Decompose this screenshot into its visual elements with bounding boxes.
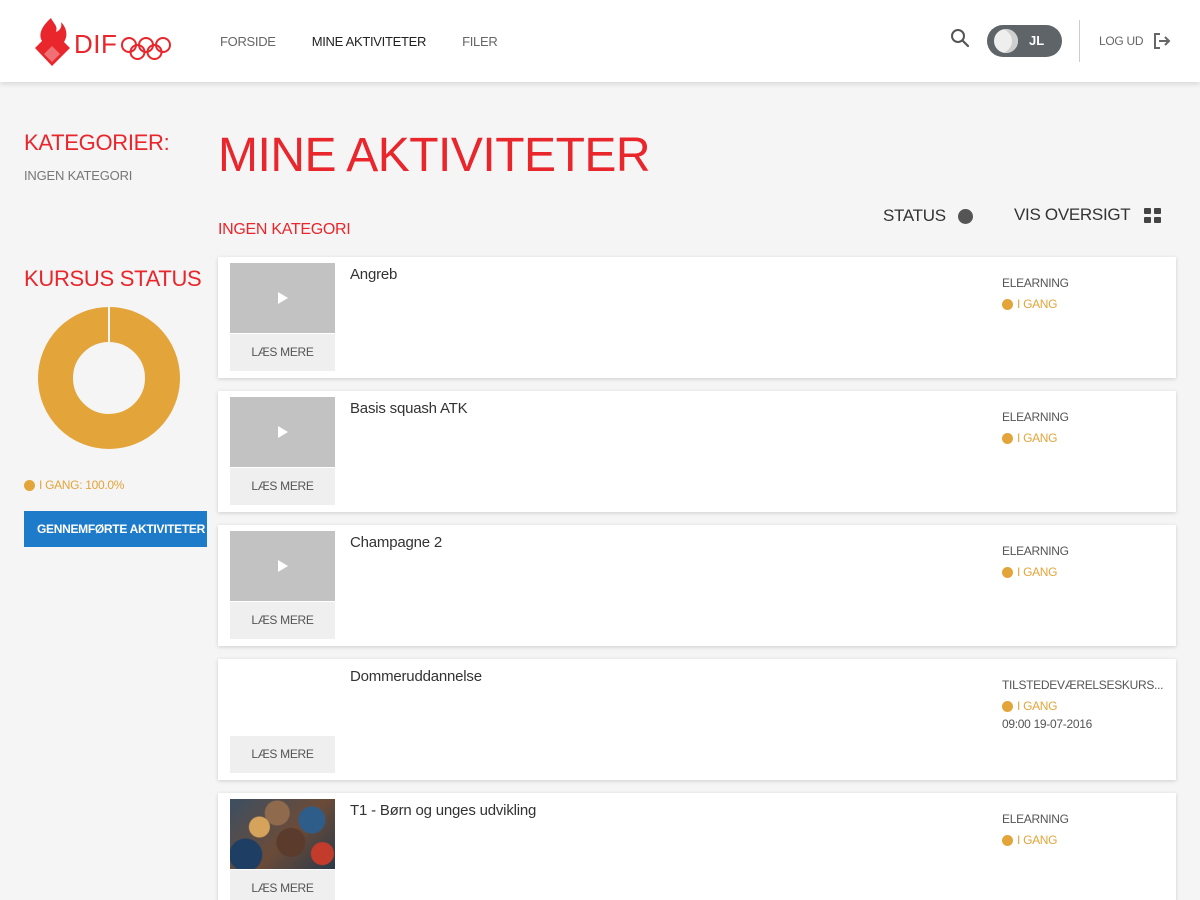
main-nav: FORSIDE MINE AKTIVITETER FILER [220,34,533,49]
status-dot-icon [957,208,973,224]
status-dot [1002,298,1013,310]
status-dot [1002,700,1013,712]
course-status-donut-chart [38,307,180,449]
video-thumbnail[interactable] [230,397,335,467]
logout-link[interactable]: LOG UD [1099,33,1171,49]
activity-title[interactable]: Champagne 2 [350,534,442,551]
search-icon[interactable] [950,28,970,48]
activity-status: I GANG [1002,696,1172,716]
legend-dot-in-progress [24,479,35,491]
logo-text: DIF [74,29,118,59]
completed-activities-button[interactable]: GENNEMFØRTE AKTIVITETER [24,511,207,547]
play-icon [278,560,288,572]
activity-status: I GANG [1002,294,1172,314]
activity-status: I GANG [1002,562,1172,582]
activity-meta: ELEARNING I GANG [1002,410,1172,448]
logout-icon [1154,33,1171,49]
dif-logo[interactable]: DIF [34,16,174,68]
activity-status-text: I GANG [1017,699,1058,713]
status-dot [1002,834,1013,846]
page-title: MINE AKTIVITETER [218,129,651,182]
logout-label: LOG UD [1099,34,1144,48]
nav-filer[interactable]: FILER [462,34,498,49]
read-more-button[interactable]: LÆS MERE [230,334,335,371]
activity-meta: ELEARNING I GANG [1002,276,1172,314]
activity-status: I GANG [1002,428,1172,448]
view-overview-toggle[interactable]: VIS OVERSIGT [1014,205,1162,225]
grid-view-icon [1144,207,1162,223]
activity-meta: TILSTEDEVÆRELSESKURS... I GANG 09:00 19-… [1002,678,1172,731]
activity-type: ELEARNING [1002,544,1069,558]
read-more-button[interactable]: LÆS MERE [230,602,335,639]
status-filter-label: STATUS [883,206,946,225]
olympic-rings-icon [121,37,171,60]
activity-card: LÆS MERE T1 - Børn og unges udvikling EL… [218,793,1176,900]
category-filter-value[interactable]: INGEN KATEGORI [24,168,132,183]
user-initials: JL [1029,33,1045,48]
activity-type: TILSTEDEVÆRELSESKURS... [1002,678,1164,692]
user-menu-toggle[interactable]: JL [987,25,1062,57]
activity-title[interactable]: Basis squash ATK [350,400,468,417]
activity-type: ELEARNING [1002,276,1069,290]
legend-label-in-progress: I GANG: 100.0% [39,478,125,492]
activity-status-text: I GANG [1017,297,1058,311]
activity-meta: ELEARNING I GANG [1002,544,1172,582]
activity-photo-thumbnail[interactable] [230,799,335,869]
video-thumbnail[interactable] [230,263,335,333]
activity-date: 09:00 19-07-2016 [1002,717,1092,731]
video-thumbnail[interactable] [230,531,335,601]
activity-status-text: I GANG [1017,833,1058,847]
activity-title[interactable]: T1 - Børn og unges udvikling [350,802,536,819]
read-more-button[interactable]: LÆS MERE [230,870,335,900]
activity-type: ELEARNING [1002,812,1069,826]
nav-forside[interactable]: FORSIDE [220,34,276,49]
activity-card: LÆS MERE Champagne 2 ELEARNING I GANG [218,525,1176,646]
activity-status: I GANG [1002,830,1172,850]
flame-icon [35,18,70,66]
course-status-heading: KURSUS STATUS [24,266,202,291]
top-navigation-bar: DIF FORSIDE MINE AKTIVITETER FILER JL LO… [0,0,1200,82]
status-dot [1002,432,1013,444]
activity-card: LÆS MERE Dommeruddannelse TILSTEDEVÆRELS… [218,659,1176,780]
status-dot [1002,566,1013,578]
avatar [994,29,1018,53]
category-section-heading: INGEN KATEGORI [218,221,351,238]
status-filter[interactable]: STATUS [883,206,973,226]
activity-type: ELEARNING [1002,410,1069,424]
view-overview-label: VIS OVERSIGT [1014,205,1131,224]
read-more-button[interactable]: LÆS MERE [230,468,335,505]
activity-status-text: I GANG [1017,565,1058,579]
activity-title[interactable]: Dommeruddannelse [350,668,482,685]
play-icon [278,426,288,438]
header-divider [1079,20,1080,62]
activity-title[interactable]: Angreb [350,266,397,283]
categories-heading: KATEGORIER: [24,130,170,155]
activity-card: LÆS MERE Basis squash ATK ELEARNING I GA… [218,391,1176,512]
activity-list: LÆS MERE Angreb ELEARNING I GANG LÆS MER… [218,257,1176,900]
activity-status-text: I GANG [1017,431,1058,445]
activity-card: LÆS MERE Angreb ELEARNING I GANG [218,257,1176,378]
play-icon [278,292,288,304]
read-more-button[interactable]: LÆS MERE [230,736,335,773]
nav-mine-aktiviteter[interactable]: MINE AKTIVITETER [312,34,427,49]
activity-meta: ELEARNING I GANG [1002,812,1172,850]
chart-legend: I GANG: 100.0% [24,478,124,492]
